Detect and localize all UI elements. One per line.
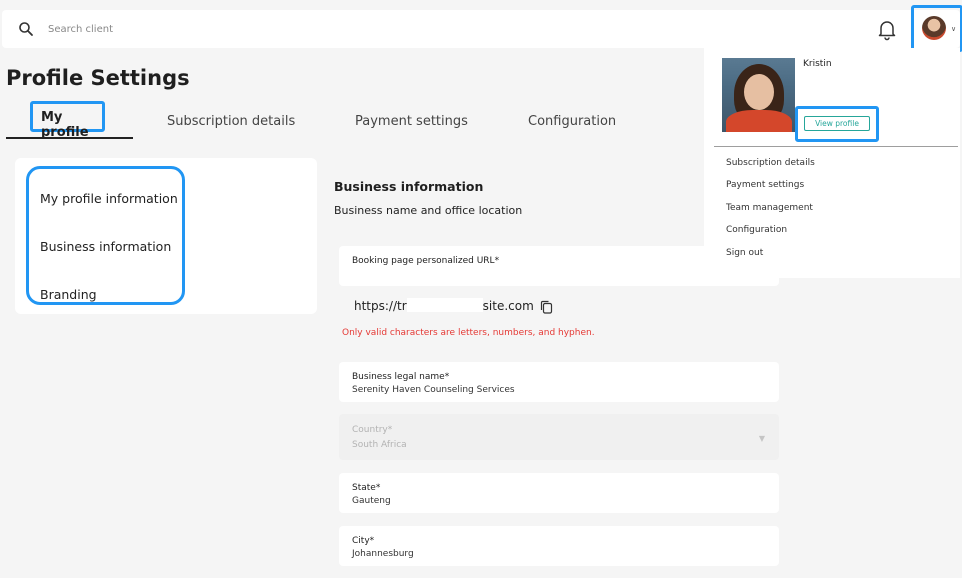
avatar — [922, 16, 946, 40]
profile-photo — [722, 58, 795, 132]
tab-configuration[interactable]: Configuration — [528, 114, 616, 129]
tab-payment-settings[interactable]: Payment settings — [355, 114, 468, 129]
booking-url-suffix: site.com — [482, 299, 534, 313]
menu-item-sign-out[interactable]: Sign out — [726, 248, 763, 258]
menu-item-team-management[interactable]: Team management — [726, 203, 813, 213]
country-value: South Africa — [352, 440, 407, 450]
state-label: State* — [352, 483, 381, 493]
city-field[interactable]: City* Johannesburg — [339, 526, 779, 566]
active-tab-underline — [6, 137, 133, 139]
city-value: Johannesburg — [352, 549, 414, 559]
left-nav-my-profile-information[interactable]: My profile information — [40, 191, 178, 206]
view-profile-button[interactable]: View profile — [804, 116, 870, 131]
view-profile-highlight: View profile — [795, 106, 879, 142]
business-legal-name-field[interactable]: Business legal name* Serenity Haven Coun… — [339, 362, 779, 402]
dropdown-arrow-icon: ▼ — [758, 434, 765, 443]
chevron-down-icon: ∨ — [951, 25, 957, 33]
menu-divider — [714, 146, 958, 147]
search-input[interactable] — [48, 19, 348, 39]
country-dropdown: Country* South Africa ▼ — [339, 414, 779, 460]
profile-dropdown-menu: Kristin View profile Subscription detail… — [704, 48, 960, 278]
tab-subscription-details[interactable]: Subscription details — [167, 114, 295, 129]
top-bar: ∨ — [2, 5, 962, 52]
search-icon[interactable] — [18, 21, 34, 37]
city-label: City* — [352, 536, 375, 546]
menu-item-configuration[interactable]: Configuration — [726, 225, 787, 235]
menu-item-subscription-details[interactable]: Subscription details — [726, 158, 815, 168]
legal-name-value: Serenity Haven Counseling Services — [352, 385, 515, 395]
tab-label: My profile — [41, 110, 89, 140]
left-nav-card: My profile information Business informat… — [15, 158, 317, 314]
state-field[interactable]: State* Gauteng — [339, 473, 779, 513]
left-nav-business-information[interactable]: Business information — [40, 239, 171, 254]
page-title: Profile Settings — [6, 66, 190, 90]
copy-icon[interactable] — [540, 300, 553, 314]
url-error-message: Only valid characters are letters, numbe… — [342, 328, 595, 338]
tab-my-profile[interactable]: My profile — [30, 101, 105, 140]
profile-name: Kristin — [803, 59, 832, 69]
avatar-menu-button[interactable]: ∨ — [911, 5, 962, 52]
country-label: Country* — [352, 425, 393, 435]
booking-url-label: Booking page personalized URL* — [352, 256, 500, 266]
booking-url-prefix: https://tr — [354, 299, 407, 313]
bell-icon[interactable] — [875, 17, 899, 41]
section-subtitle: Business name and office location — [334, 204, 523, 217]
left-nav-menu: My profile information Business informat… — [26, 166, 185, 305]
state-value: Gauteng — [352, 496, 391, 506]
section-title: Business information — [334, 179, 484, 194]
booking-url-value: https://tr site.com — [354, 298, 534, 313]
left-nav-branding[interactable]: Branding — [40, 287, 97, 302]
redacted-block — [406, 298, 483, 312]
legal-name-label: Business legal name* — [352, 372, 450, 382]
menu-item-payment-settings[interactable]: Payment settings — [726, 180, 804, 190]
